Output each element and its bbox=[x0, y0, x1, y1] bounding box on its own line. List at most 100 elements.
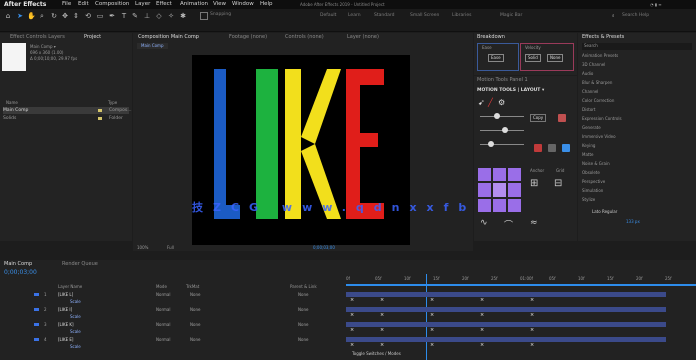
menu-edit[interactable]: Edit bbox=[78, 0, 89, 9]
gear-icon[interactable]: ⚙ bbox=[498, 98, 505, 107]
none-button[interactable]: None bbox=[547, 54, 564, 62]
layer-color-label[interactable] bbox=[34, 323, 39, 326]
keyframe-icon[interactable]: ⨯ bbox=[430, 327, 434, 333]
slider-handle-1[interactable] bbox=[494, 113, 500, 119]
color-swatch-red[interactable] bbox=[558, 114, 566, 122]
keyframe-icon[interactable]: ⨯ bbox=[350, 327, 354, 333]
anchor-cell[interactable] bbox=[508, 168, 521, 182]
search-help-input[interactable]: Search Help bbox=[622, 13, 649, 18]
color-swatch-darkred[interactable] bbox=[534, 144, 542, 152]
footage-tab[interactable]: Footage (none) bbox=[229, 34, 267, 40]
keyframe-icon[interactable]: ⨯ bbox=[530, 312, 534, 318]
stamp-tool-icon[interactable]: ⊥ bbox=[143, 12, 151, 20]
keyframe-icon[interactable]: ⨯ bbox=[480, 342, 484, 348]
preset-category-item[interactable]: Animation Presets bbox=[582, 53, 618, 58]
anchor-cell[interactable] bbox=[493, 168, 506, 182]
keyframe-icon[interactable]: ⨯ bbox=[530, 327, 534, 333]
preset-category-item[interactable]: Expression Controls bbox=[582, 116, 622, 121]
slider-track-1[interactable] bbox=[480, 116, 524, 117]
work-area-bar[interactable] bbox=[346, 284, 696, 286]
motion-tools-header[interactable]: Motion Tools Panel 1 bbox=[477, 77, 528, 83]
wave-icon[interactable]: ∿ bbox=[480, 218, 488, 228]
tab-composition[interactable]: Composition Main Comp bbox=[138, 34, 199, 40]
keyframe-icon[interactable]: ⨯ bbox=[380, 342, 384, 348]
selection-tool-icon[interactable]: ➤ bbox=[16, 12, 24, 20]
layer-property-row[interactable]: Scale bbox=[0, 342, 344, 351]
eraser-tool-icon[interactable]: ◇ bbox=[155, 12, 163, 20]
comp-breadcrumb[interactable]: Main Comp bbox=[137, 43, 168, 49]
keyframe-icon[interactable]: ⨯ bbox=[430, 297, 434, 303]
layer-duration-bar[interactable] bbox=[346, 292, 666, 297]
menu-window[interactable]: Window bbox=[232, 0, 254, 9]
keyframe-icon[interactable]: ⨯ bbox=[480, 312, 484, 318]
keyframe-icon[interactable]: ⨯ bbox=[350, 312, 354, 318]
elastic-icon[interactable]: ≈ bbox=[530, 218, 538, 228]
tab-effects-presets[interactable]: Effects & Presets bbox=[582, 34, 624, 40]
keyframe-icon[interactable]: ⨯ bbox=[480, 327, 484, 333]
anchor-cell[interactable] bbox=[493, 183, 506, 197]
font-size-field[interactable]: 133 px bbox=[626, 219, 640, 225]
menu-help[interactable]: Help bbox=[260, 0, 273, 9]
preset-category-item[interactable]: Stylize bbox=[582, 197, 595, 202]
preset-category-item[interactable]: Matte bbox=[582, 152, 594, 157]
zoom-dropdown[interactable]: 100% bbox=[137, 245, 148, 251]
viewer-timecode[interactable]: 0;00;03;00 bbox=[313, 245, 335, 251]
controls-tab[interactable]: Controls (none) bbox=[285, 34, 324, 40]
pen-tool-icon[interactable]: ✒ bbox=[108, 12, 116, 20]
preset-category-item[interactable]: Immersive Video bbox=[582, 134, 616, 139]
layer-color-label[interactable] bbox=[34, 293, 39, 296]
col-type-header[interactable]: Type bbox=[108, 100, 117, 106]
menu-file[interactable]: File bbox=[62, 0, 71, 9]
keyframe-icon[interactable]: ⨯ bbox=[350, 342, 354, 348]
slider-track-3[interactable] bbox=[480, 144, 524, 145]
anchor-cell[interactable] bbox=[508, 183, 521, 197]
menu-effect[interactable]: Effect bbox=[156, 0, 172, 9]
brush-icon[interactable]: ╱ bbox=[488, 98, 493, 107]
timeline-timecode[interactable]: 0;00;03;00 bbox=[4, 269, 37, 276]
dolly-tool-icon[interactable]: ⇕ bbox=[72, 12, 80, 20]
preset-category-item[interactable]: 3D Channel bbox=[582, 62, 605, 67]
slider-handle-2[interactable] bbox=[502, 127, 508, 133]
puppet-tool-icon[interactable]: ✱ bbox=[179, 12, 187, 20]
preset-category-item[interactable]: Blur & Sharpen bbox=[582, 80, 612, 85]
motion-tools-title[interactable]: MOTION TOOLS | LAYOUT ▾ bbox=[477, 88, 544, 93]
preset-category-item[interactable]: Color Correction bbox=[582, 98, 614, 103]
font-name-field[interactable]: Lato Regular bbox=[592, 209, 617, 215]
col-name-header[interactable]: Name bbox=[6, 100, 18, 106]
hand-tool-icon[interactable]: ✋ bbox=[27, 12, 36, 20]
ease-button[interactable]: Ease bbox=[488, 54, 504, 62]
preset-category-item[interactable]: Perspective bbox=[582, 179, 605, 184]
workspace-standard[interactable]: Standard bbox=[374, 13, 394, 18]
solid-button[interactable]: Solid bbox=[525, 54, 541, 62]
composition-canvas[interactable]: 技ZCG www.qdnxxfb.com bbox=[192, 55, 473, 245]
menu-composition[interactable]: Composition bbox=[95, 0, 129, 9]
type-tool-icon[interactable]: T bbox=[120, 12, 128, 20]
anchor-grid[interactable] bbox=[478, 168, 522, 212]
app-name[interactable]: After Effects bbox=[4, 0, 46, 9]
tab-breakdown[interactable]: Breakdown bbox=[477, 34, 505, 40]
layer-duration-bar[interactable] bbox=[346, 337, 666, 342]
slider-handle-3[interactable] bbox=[488, 141, 494, 147]
anchor-cell[interactable] bbox=[478, 168, 491, 182]
menu-animation[interactable]: Animation bbox=[180, 0, 208, 9]
preset-category-item[interactable]: Generate bbox=[582, 125, 601, 130]
copy-button[interactable]: Copy bbox=[530, 114, 547, 122]
brush-tool-icon[interactable]: ✎ bbox=[131, 12, 139, 20]
presets-search-input[interactable]: Search bbox=[582, 43, 692, 50]
property-scale[interactable]: Scale bbox=[70, 342, 81, 351]
preset-category-item[interactable]: Channel bbox=[582, 89, 598, 94]
preset-category-item[interactable]: Obsolete bbox=[582, 170, 600, 175]
rotate-tool-icon[interactable]: ⟲ bbox=[84, 12, 92, 20]
snapping-checkbox[interactable] bbox=[200, 12, 208, 20]
preset-category-item[interactable]: Distort bbox=[582, 107, 596, 112]
keyframe-icon[interactable]: ⨯ bbox=[380, 327, 384, 333]
menu-view[interactable]: View bbox=[213, 0, 226, 9]
workspace-libraries[interactable]: Libraries bbox=[452, 13, 471, 18]
anchor-cell[interactable] bbox=[478, 198, 491, 212]
tab-effect-controls[interactable]: Effect Controls Layers bbox=[10, 34, 65, 40]
workspace-learn[interactable]: Learn bbox=[348, 13, 361, 18]
keyframe-icon[interactable]: ⨯ bbox=[350, 297, 354, 303]
workspace-default[interactable]: Default bbox=[320, 13, 336, 18]
keyframe-icon[interactable]: ⨯ bbox=[430, 312, 434, 318]
pointer-icon[interactable]: ➹ bbox=[478, 98, 485, 107]
